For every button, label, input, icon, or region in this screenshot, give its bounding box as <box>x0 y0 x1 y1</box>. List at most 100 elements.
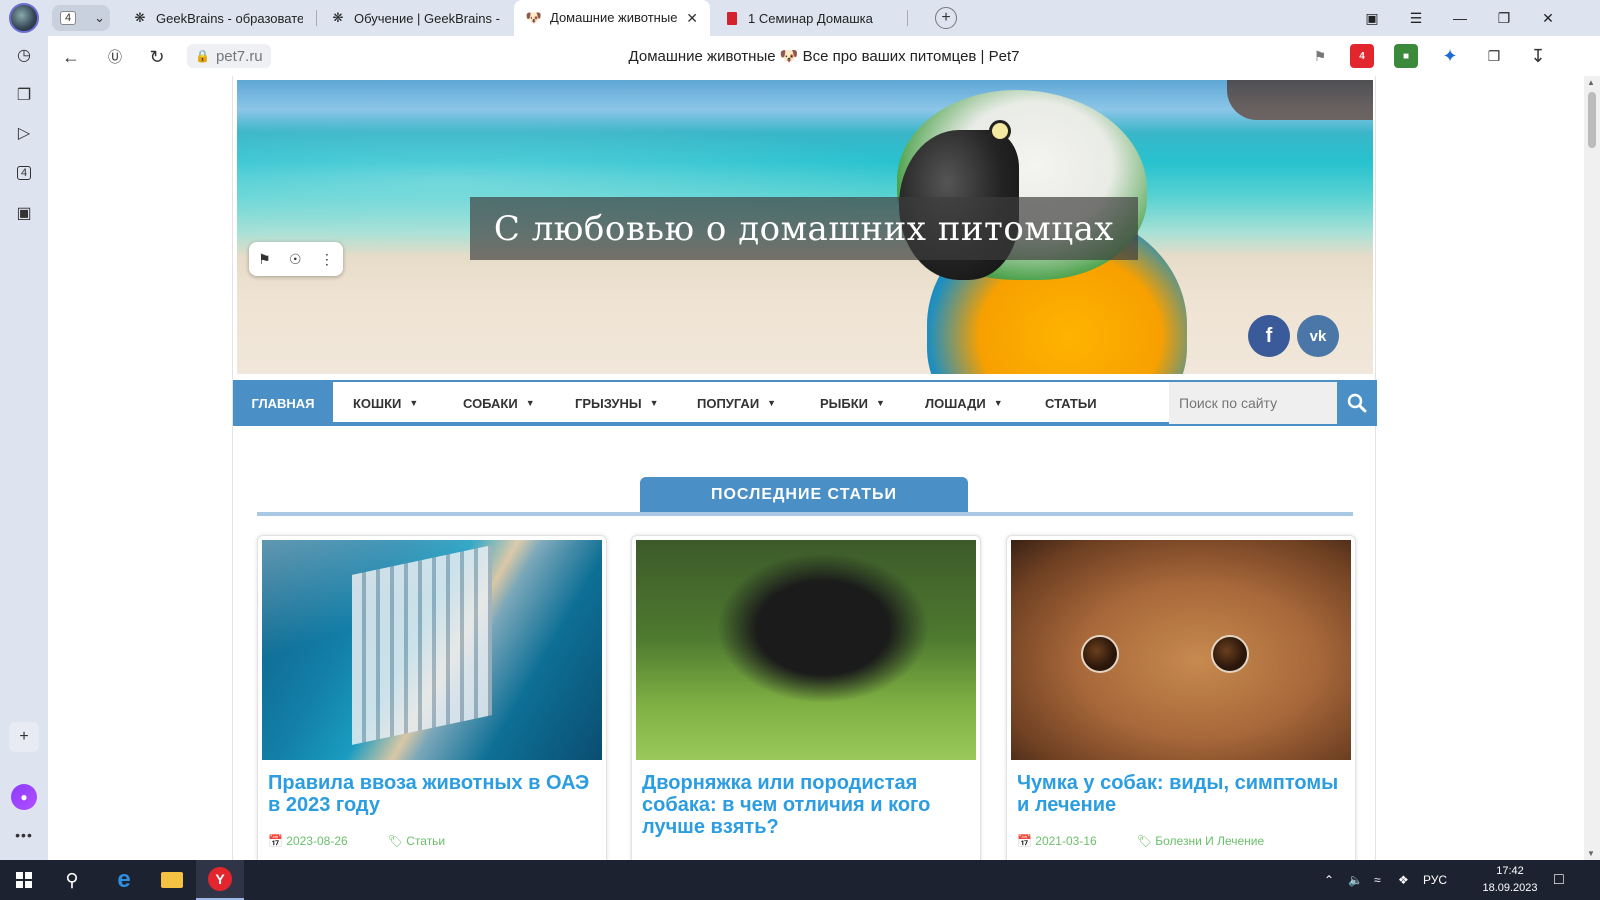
lock-icon: 🔒 <box>195 49 210 63</box>
section-title: ПОСЛЕДНИЕ СТАТЬИ <box>640 477 968 513</box>
article-image-beagle[interactable] <box>1011 540 1351 760</box>
menu-item-horses[interactable]: ЛОШАДИ ▼ <box>925 382 1003 424</box>
caret-down-icon: ▼ <box>767 398 777 408</box>
language-indicator[interactable]: РУС <box>1423 860 1447 900</box>
browser-sidebar: ◷ ❐ ▷ 4 ▣ + ● ••• <box>0 0 48 860</box>
camera-icon[interactable]: ☉ <box>289 251 302 268</box>
article-title[interactable]: Чумка у собак: виды, симптомы и лечение <box>1017 772 1347 816</box>
tray-chevron-icon[interactable]: ⌃ <box>1324 860 1334 900</box>
file-explorer-icon[interactable] <box>148 860 196 900</box>
caret-down-icon: ▼ <box>525 398 535 408</box>
search-icon <box>1347 393 1367 413</box>
menu-item-dogs[interactable]: СОБАКИ ▼ <box>463 382 535 424</box>
article-card[interactable]: Правила ввоза животных в ОАЭ в 2023 году… <box>257 535 607 860</box>
site-container: С любовью о домашних питомцах ⚑ ☉ ⋮ f vk… <box>232 76 1377 860</box>
menu-item-articles[interactable]: СТАТЬИ <box>1045 382 1097 424</box>
calendar-icon: 📅 2021-03-16 <box>1017 834 1097 848</box>
article-image-dubai[interactable] <box>262 540 602 760</box>
scroll-thumb[interactable] <box>1588 92 1596 148</box>
tab-seminar[interactable]: 1 Семинар Домашка <box>712 0 907 36</box>
dropbox-icon[interactable]: ❖ <box>1398 860 1409 900</box>
play-icon[interactable]: ▷ <box>9 118 39 148</box>
article-title[interactable]: Правила ввоза животных в ОАЭ в 2023 году <box>268 772 598 816</box>
tab-geekbrains-1[interactable]: ❋ GeekBrains - образовател <box>120 0 315 36</box>
hero-banner: С любовью о домашних питомцах ⚑ ☉ ⋮ f vk <box>237 80 1373 374</box>
more-vertical-icon[interactable]: ⋮ <box>320 251 334 268</box>
back-button[interactable]: ← <box>58 44 84 70</box>
section-divider <box>257 512 1353 516</box>
profile-avatar[interactable] <box>9 3 39 33</box>
translate-extension-icon[interactable]: ✦ <box>1438 44 1462 68</box>
article-card[interactable]: Дворняжка или породистая собака: в чем о… <box>631 535 981 860</box>
search-icon[interactable]: ⚲ <box>48 860 96 900</box>
alice-assistant-icon[interactable]: ● <box>11 784 37 810</box>
clock[interactable]: 17:42 18.09.2023 <box>1480 863 1540 897</box>
menu-icon[interactable]: ☰ <box>1394 0 1438 36</box>
chevron-down-icon: ⌄ <box>94 10 106 25</box>
menu-item-fish[interactable]: РЫБКИ ▼ <box>820 382 885 424</box>
history-icon[interactable]: ◷ <box>9 40 39 70</box>
facebook-button[interactable]: f <box>1248 315 1290 357</box>
menu-item-parrots[interactable]: ПОПУГАИ ▼ <box>697 382 776 424</box>
calendar-icon: 📅 2023-08-26 <box>268 834 348 848</box>
article-card[interactable]: Чумка у собак: виды, симптомы и лечение … <box>1006 535 1356 860</box>
tabs-counter-icon[interactable]: 4 <box>9 158 39 188</box>
url-field[interactable]: 🔒 pet7.ru <box>187 44 271 68</box>
article-image-dog-paw[interactable] <box>636 540 976 760</box>
extensions-icon[interactable]: ❐ <box>1482 44 1506 68</box>
tag-icon[interactable]: 🏷 Статьи <box>388 834 445 848</box>
bookmark-icon[interactable]: ⚑ <box>258 251 271 268</box>
edge-icon[interactable]: e <box>100 860 148 900</box>
new-tab-button[interactable]: + <box>935 7 957 29</box>
notifications-icon[interactable]: □ <box>1554 860 1564 900</box>
hero-title: С любовью о домашних питомцах <box>493 208 1115 249</box>
search-button[interactable] <box>1337 382 1377 424</box>
document-red-icon <box>724 10 740 26</box>
geekbrains-logo-icon: ❋ <box>332 10 344 25</box>
scroll-up-icon[interactable]: ▲ <box>1587 78 1595 87</box>
add-panel-icon[interactable]: + <box>9 722 39 752</box>
windows-start-icon[interactable] <box>0 860 48 900</box>
restore-button[interactable]: ❐ <box>1482 0 1526 36</box>
article-meta: 📅 2023-08-26 🏷 Статьи <box>268 834 445 848</box>
download-icon[interactable]: ↧ <box>1526 44 1550 68</box>
tab-group-button[interactable]: 4 ⌄ <box>52 5 110 31</box>
menu-item-home[interactable]: ГЛАВНАЯ <box>233 382 333 424</box>
tab-geekbrains-2[interactable]: ❋ Обучение | GeekBrains - с <box>318 0 513 36</box>
caret-down-icon: ▼ <box>649 398 659 408</box>
page-viewport: С любовью о домашних питомцах ⚑ ☉ ⋮ f vk… <box>48 76 1584 860</box>
geekbrains-logo-icon: ❋ <box>134 10 146 25</box>
address-bar-row: ← Ⓤ ↻ 🔒 pet7.ru Домашние животные 🐶 Все … <box>48 36 1600 76</box>
article-title[interactable]: Дворняжка или породистая собака: в чем о… <box>642 772 972 838</box>
close-window-button[interactable]: ✕ <box>1526 0 1570 36</box>
image-tools-popup: ⚑ ☉ ⋮ <box>249 242 343 276</box>
caret-down-icon: ▼ <box>409 398 419 408</box>
tab-strip: 4 ⌄ ❋ GeekBrains - образовател ❋ Обучени… <box>48 0 1600 36</box>
more-icon[interactable]: ••• <box>9 820 39 850</box>
menu-item-rodents[interactable]: ГРЫЗУНЫ ▼ <box>575 382 659 424</box>
page-scrollbar[interactable]: ▲ ▼ <box>1584 76 1600 860</box>
article-meta: 📅 2021-03-16 🏷 Болезни И Лечение <box>1017 834 1264 848</box>
bookmarks-panel-icon[interactable]: ▣ <box>1350 0 1394 36</box>
scroll-down-icon[interactable]: ▼ <box>1587 849 1595 858</box>
tab-pet7[interactable]: 🐶 Домашние животные 🐶 ✕ <box>514 0 710 36</box>
reload-button[interactable]: ↻ <box>144 44 170 70</box>
search-input[interactable] <box>1169 382 1337 424</box>
network-icon[interactable]: ≈ <box>1374 860 1381 900</box>
main-menu: ГЛАВНАЯ КОШКИ ▼ СОБАКИ ▼ ГРЫЗУНЫ ▼ ПОПУГАИ ▼… <box>233 380 1377 426</box>
menu-item-cats[interactable]: КОШКИ ▼ <box>353 382 418 424</box>
adblock-extension-icon[interactable]: 4 <box>1350 44 1374 68</box>
tag-icon[interactable]: 🏷 Болезни И Лечение <box>1137 834 1264 848</box>
vk-button[interactable]: vk <box>1297 315 1339 357</box>
caret-down-icon: ▼ <box>876 398 885 408</box>
collections-icon[interactable]: ❐ <box>9 80 39 110</box>
extension-green-icon[interactable]: ■ <box>1394 44 1418 68</box>
close-tab-icon[interactable]: ✕ <box>686 10 698 27</box>
yandex-browser-icon[interactable]: Y <box>196 860 244 900</box>
yandex-button[interactable]: Ⓤ <box>102 44 128 70</box>
windows-taskbar: ⚲ e Y ⌃ 🔈 ≈ ❖ РУС 17:42 18.09.2023 □ <box>0 860 1600 900</box>
screenshot-icon[interactable]: ▣ <box>9 198 39 228</box>
bookmark-icon[interactable]: ⚑ <box>1308 44 1332 68</box>
minimize-button[interactable]: — <box>1438 0 1482 36</box>
volume-icon[interactable]: 🔈 <box>1348 860 1363 900</box>
